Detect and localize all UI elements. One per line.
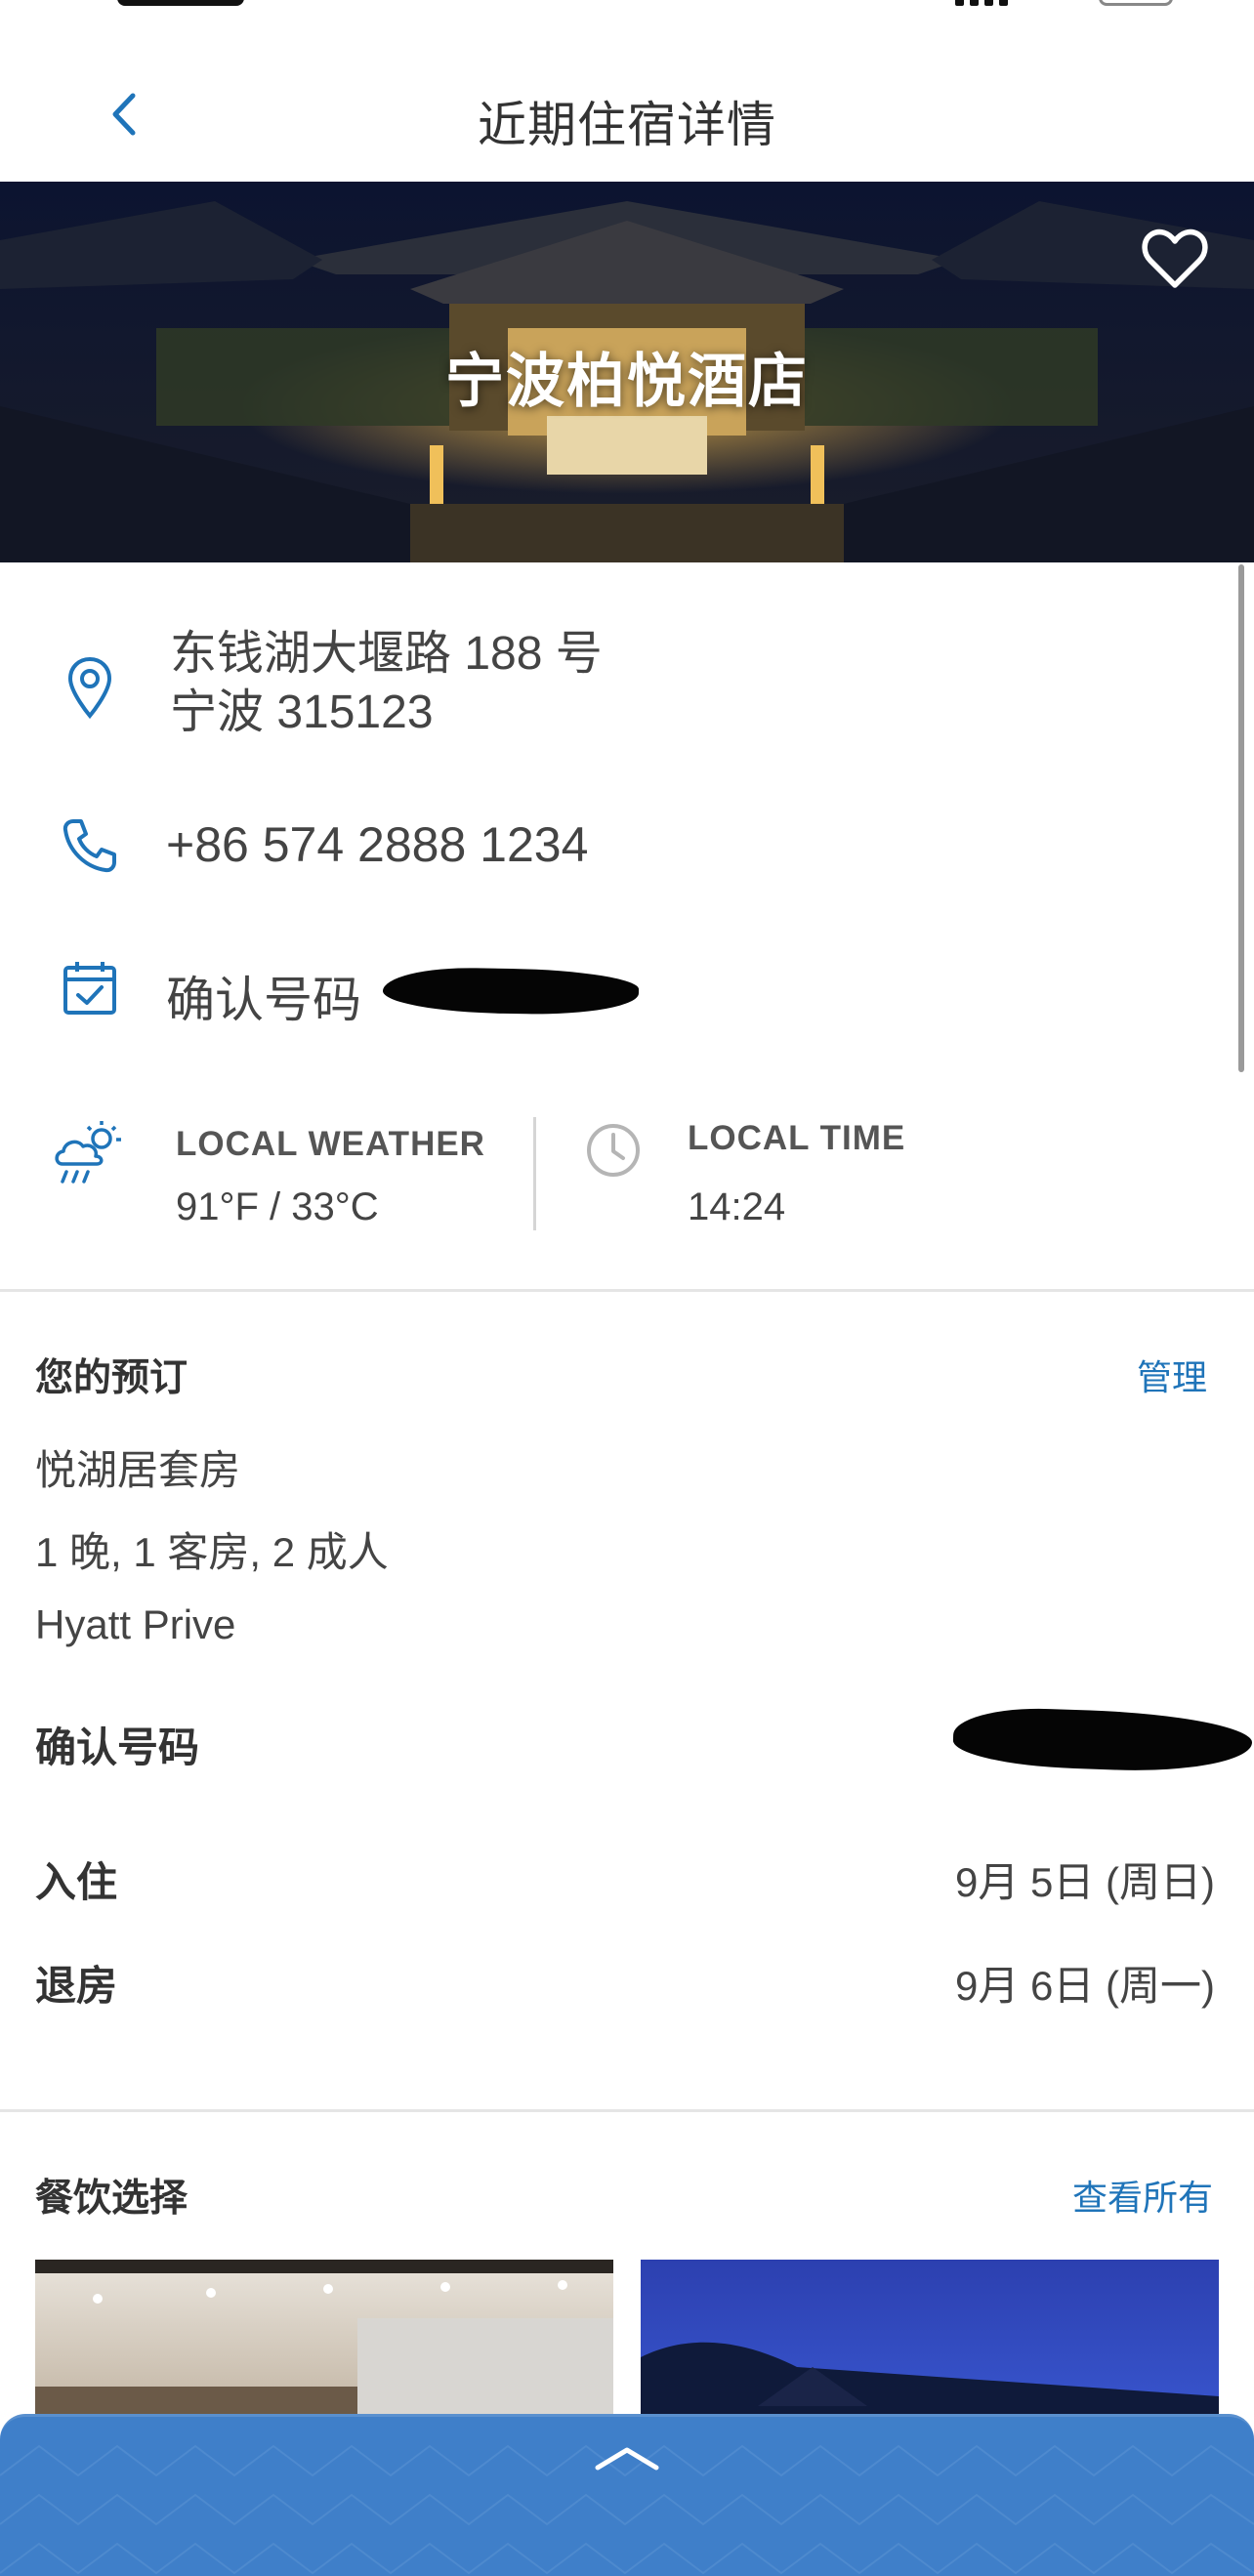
address-text: 东钱湖大堰路 188 号 宁波 315123 [170,625,603,742]
checkin-label: 入住 [35,1859,118,1905]
local-time-value: 14:24 [688,1185,786,1228]
drawer-expand-button[interactable] [588,2438,666,2477]
battery-icon [1099,0,1173,6]
manage-link[interactable]: 管理 [1137,1350,1207,1400]
dining-title: 餐饮选择 [35,2178,188,2220]
view-all-link[interactable]: 查看所有 [1072,2170,1213,2221]
signal-icon [955,0,1014,6]
favorite-button[interactable] [1139,225,1211,297]
redacted-confirmation-value [952,1705,1253,1775]
weather-time-divider [533,1117,536,1230]
scrollbar[interactable] [1238,564,1244,1072]
map-pin-icon [55,652,125,723]
address-line-2: 宁波 315123 [170,686,434,738]
room-type: 悦湖居套房 [35,1447,241,1493]
weather-value: 91°F / 33°C [176,1185,379,1228]
heart-icon [1142,229,1208,288]
chevron-up-icon [595,2447,659,2471]
hotel-name: 宁波柏悦酒店 [445,349,809,414]
weather-time-panel: LOCAL WEATHER 91°F / 33°C LOCAL TIME 14:… [0,1094,1254,1289]
weather-rain-sun-icon [51,1115,129,1193]
local-time-label: LOCAL TIME [688,1119,906,1157]
weather-label: LOCAL WEATHER [176,1125,485,1163]
hotel-hero-image: 宁波柏悦酒店 [0,182,1254,562]
confirmation-key: 确认号码 [35,1724,200,1770]
confirmation-label: 确认号码 [166,973,361,1027]
reservation-title: 您的预订 [35,1357,188,1399]
nav-bar: 近期住宿详情 [0,49,1254,182]
clock-icon [582,1119,645,1182]
address-line-1: 东钱湖大堰路 188 号 [170,628,603,680]
calendar-check-icon [55,953,125,1023]
stay-summary: 1 晚, 1 客房, 2 成人 [35,1529,389,1575]
phone-row[interactable]: +86 574 2888 1234 [0,810,1172,889]
divider [0,2109,1254,2112]
rate-name: Hyatt Prive [35,1601,236,1647]
page-title: 近期住宿详情 [478,98,776,152]
status-time [117,0,244,6]
divider [0,1289,1254,1292]
address-row[interactable]: 东钱湖大堰路 188 号 宁波 315123 [0,625,1172,752]
status-bar [0,0,1254,12]
checkout-label: 退房 [35,1963,118,2009]
phone-icon [55,810,125,881]
checkin-date: 9月 5日 (周日) [954,1859,1215,1905]
phone-number[interactable]: +86 574 2888 1234 [166,816,588,873]
checkout-date: 9月 6日 (周一) [954,1963,1215,2009]
bottom-drawer[interactable] [0,2414,1254,2576]
